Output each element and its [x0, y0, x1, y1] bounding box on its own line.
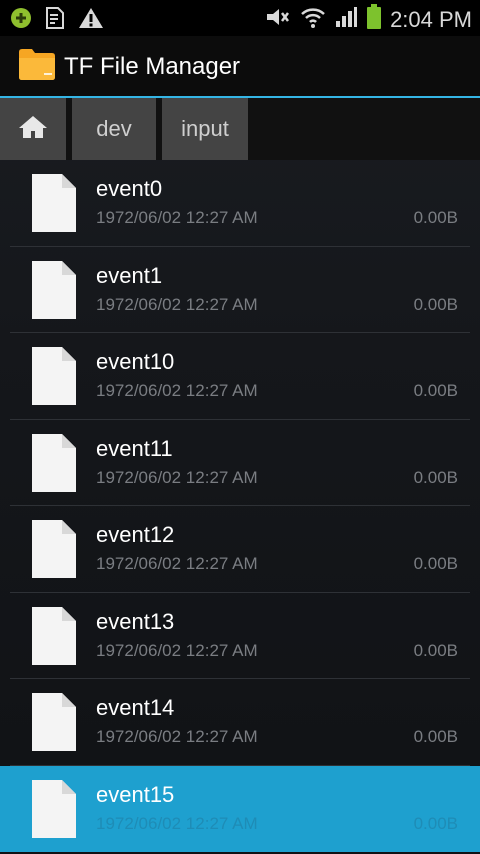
- file-name: event10: [96, 349, 175, 374]
- file-list: event0 1972/06/02 12:27 AM 0.00B event1 …: [0, 160, 480, 852]
- file-row[interactable]: event11 1972/06/02 12:27 AM 0.00B: [0, 420, 480, 506]
- mute-icon: [264, 5, 292, 34]
- file-date: 1972/06/02 12:27 AM: [96, 381, 258, 400]
- file-date: 1972/06/02 12:27 AM: [96, 208, 258, 227]
- status-left-icons: [10, 6, 104, 35]
- file-size: 0.00B: [413, 727, 458, 746]
- notification-doc-icon: [44, 6, 66, 35]
- status-right-icons: 2:04 PM: [264, 4, 472, 35]
- file-row-selected[interactable]: event15 1972/06/02 12:27 AM 0.00B: [0, 765, 480, 852]
- file-size: 0.00B: [413, 813, 458, 833]
- file-name: event1: [96, 262, 163, 288]
- app-title: TF File Manager: [64, 53, 241, 80]
- file-date: 1972/06/02 12:27 AM: [96, 813, 258, 833]
- file-row[interactable]: event12 1972/06/02 12:27 AM 0.00B: [0, 506, 480, 593]
- battery-icon: [366, 4, 382, 35]
- file-name: event13: [96, 608, 175, 634]
- file-row[interactable]: event0 1972/06/02 12:27 AM 0.00B: [0, 160, 480, 247]
- signal-icon: [334, 5, 358, 34]
- file-icon: [32, 779, 76, 838]
- breadcrumb: dev input: [0, 98, 480, 160]
- wifi-icon: [300, 5, 326, 34]
- breadcrumb-input[interactable]: input: [162, 98, 254, 160]
- file-date: 1972/06/02 12:27 AM: [96, 467, 258, 487]
- file-icon: [32, 433, 76, 492]
- file-name: event15: [96, 781, 175, 807]
- home-icon: [18, 114, 48, 145]
- file-row[interactable]: event10 1972/06/02 12:27 AM 0.00B: [0, 333, 480, 420]
- file-size: 0.00B: [413, 381, 458, 400]
- file-name: event14: [96, 695, 175, 720]
- android-debug-icon: [10, 7, 32, 34]
- file-icon: [32, 520, 76, 578]
- file-name: event11: [96, 435, 173, 461]
- file-icon: [32, 347, 76, 405]
- file-size: 0.00B: [413, 294, 458, 314]
- breadcrumb-dev[interactable]: dev: [72, 98, 162, 160]
- screen: 2:04 PM TF File Manager dev input event0…: [0, 0, 480, 854]
- file-date: 1972/06/02 12:27 AM: [96, 554, 258, 573]
- app-bar: TF File Manager: [0, 36, 480, 98]
- status-time: 2:04 PM: [390, 6, 472, 32]
- warning-icon: [78, 6, 104, 35]
- breadcrumb-label: input: [181, 116, 229, 141]
- file-size: 0.00B: [413, 208, 458, 227]
- file-icon: [32, 260, 76, 319]
- file-size: 0.00B: [413, 554, 458, 573]
- file-icon: [32, 174, 76, 232]
- file-name: event0: [96, 176, 163, 201]
- file-row[interactable]: event1 1972/06/02 12:27 AM 0.00B: [0, 247, 480, 333]
- file-icon: [32, 693, 76, 751]
- file-row[interactable]: event14 1972/06/02 12:27 AM 0.00B: [0, 679, 480, 766]
- file-name: event12: [96, 522, 175, 547]
- breadcrumb-label: dev: [96, 116, 132, 141]
- file-icon: [32, 606, 76, 665]
- file-date: 1972/06/02 12:27 AM: [96, 640, 258, 660]
- file-date: 1972/06/02 12:27 AM: [96, 294, 258, 314]
- file-size: 0.00B: [413, 640, 458, 660]
- folder-icon: [18, 47, 56, 81]
- status-bar: 2:04 PM: [0, 0, 480, 36]
- file-size: 0.00B: [413, 467, 458, 487]
- file-date: 1972/06/02 12:27 AM: [96, 727, 258, 746]
- file-row[interactable]: event13 1972/06/02 12:27 AM 0.00B: [0, 593, 480, 679]
- breadcrumb-home[interactable]: [0, 98, 72, 160]
